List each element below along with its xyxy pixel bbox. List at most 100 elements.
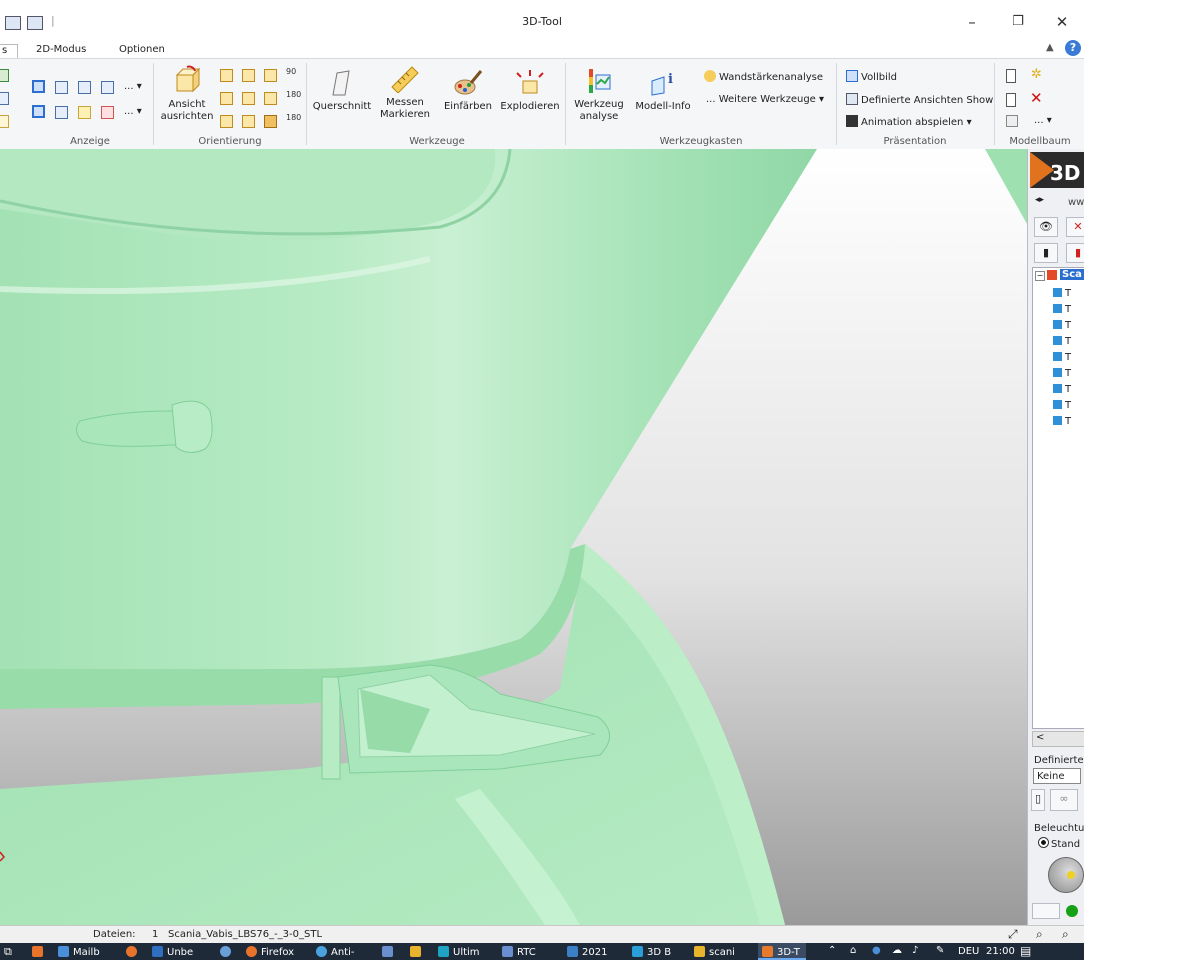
taskbar-item[interactable]: Anti- xyxy=(316,946,355,958)
tree-root-label[interactable]: Sca xyxy=(1060,269,1084,280)
tree-item[interactable]: T xyxy=(1053,368,1071,379)
display-fit-icon[interactable] xyxy=(0,92,9,105)
view-bottom-icon[interactable] xyxy=(242,92,255,105)
close-button[interactable]: ✕ xyxy=(1048,12,1076,32)
light-icon[interactable]: ✲ xyxy=(1031,67,1042,82)
wandstaerke-button[interactable]: Wandstärkenanalyse xyxy=(704,70,823,83)
tree-item[interactable]: T xyxy=(1053,320,1071,331)
tray-cloud-icon[interactable]: ☁ xyxy=(892,945,902,956)
werkzeug-analyse-button[interactable]: Werkzeug analyse xyxy=(570,67,628,123)
tree-horizontal-scrollbar[interactable]: < xyxy=(1032,731,1084,747)
definierte-ansichten-show-button[interactable]: Definierte Ansichten Show xyxy=(846,93,993,106)
taskbar-item[interactable] xyxy=(220,946,235,958)
tree-item[interactable]: T xyxy=(1053,304,1071,315)
display-more-dropdown[interactable]: ... ▾ xyxy=(124,81,142,92)
view-3d-icon[interactable] xyxy=(264,115,277,128)
delete-icon[interactable]: ✕ xyxy=(1030,89,1043,107)
wireframe-view-icon[interactable] xyxy=(55,81,68,94)
taskbar-item[interactable]: scani xyxy=(694,946,735,958)
view-front-icon[interactable] xyxy=(220,69,233,82)
tree-hide-icon[interactable] xyxy=(1006,93,1016,107)
3d-viewport[interactable] xyxy=(0,149,1027,925)
panel-resize-icon[interactable]: ◂▸ xyxy=(1035,195,1044,205)
background-color-button[interactable] xyxy=(1032,903,1060,919)
modellbaum-more-dropdown[interactable]: ... ▾ xyxy=(1034,115,1052,126)
taskbar-item[interactable] xyxy=(126,946,141,958)
taskbar-item[interactable]: Firefox xyxy=(246,946,294,958)
tree-options-icon[interactable] xyxy=(1006,115,1018,127)
taskbar-item[interactable]: Ultim xyxy=(438,946,480,958)
tray-volume-icon[interactable]: ♪ xyxy=(912,945,918,956)
ansicht-ausrichten-button[interactable]: Ansicht ausrichten xyxy=(160,65,214,123)
vollbild-button[interactable]: Vollbild xyxy=(846,70,897,83)
tab-optionen[interactable]: Optionen xyxy=(119,44,165,55)
view-iso2-icon[interactable] xyxy=(242,115,255,128)
view-link-icon[interactable]: ∞ xyxy=(1050,789,1078,811)
taskbar-item[interactable]: Unbe xyxy=(152,946,193,958)
outline-view-icon[interactable] xyxy=(101,81,114,94)
zoom-out-icon[interactable]: ⌕ xyxy=(1036,927,1043,942)
taskbar-item[interactable] xyxy=(410,946,425,958)
view-right-icon[interactable] xyxy=(264,92,277,105)
taskbar-item[interactable]: 2021 xyxy=(567,946,607,958)
animation-abspielen-button[interactable]: Animation abspielen ▾ xyxy=(846,115,972,128)
clock[interactable]: 21:00 xyxy=(986,946,1015,957)
tree-item[interactable]: T xyxy=(1053,384,1071,395)
weitere-werkzeuge-dropdown[interactable]: ... Weitere Werkzeuge ▾ xyxy=(706,94,824,105)
view-back-icon[interactable] xyxy=(242,69,255,82)
einfaerben-button[interactable]: Einfärben xyxy=(440,69,496,113)
querschnitt-button[interactable]: Querschnitt xyxy=(312,69,372,113)
help-icon[interactable]: ? xyxy=(1065,40,1081,56)
tab-2d-modus[interactable]: 2D-Modus xyxy=(36,44,86,55)
display-zoom-icon[interactable] xyxy=(0,115,9,128)
display-mode-icon[interactable] xyxy=(0,69,9,82)
model-tree[interactable]: − Sca T T T T T T T T T xyxy=(1032,267,1084,729)
taskbar-item[interactable]: Mailb xyxy=(58,946,100,958)
messen-markieren-button[interactable]: Messen Markieren xyxy=(375,65,435,121)
zoom-in-icon[interactable]: ⌕ xyxy=(1062,927,1069,942)
tray-network-icon[interactable]: ⌂ xyxy=(850,945,856,956)
tree-item[interactable]: T xyxy=(1053,400,1071,411)
ruler-icon[interactable] xyxy=(78,106,91,119)
taskbar-item[interactable]: RTC xyxy=(502,946,536,958)
flip-180-icon[interactable]: 180 xyxy=(286,114,301,122)
rotate-90-icon[interactable]: 90 xyxy=(286,68,296,76)
task-view-icon[interactable]: ⧉ xyxy=(4,945,12,959)
view-left-icon[interactable] xyxy=(264,69,277,82)
light-sphere-icon[interactable] xyxy=(1048,857,1084,893)
definierte-select[interactable]: Keine xyxy=(1033,768,1081,784)
collapse-ribbon-icon[interactable]: ▲ xyxy=(1046,42,1054,53)
minimize-button[interactable]: – xyxy=(958,12,986,32)
taskbar-item-active[interactable]: 3D-T xyxy=(758,943,806,960)
tree-toggle-icon[interactable]: − xyxy=(1035,271,1045,281)
edges-icon[interactable] xyxy=(32,105,45,118)
tray-pen-icon[interactable]: ✎ xyxy=(936,945,944,956)
tree-show-icon[interactable] xyxy=(1006,69,1016,83)
tree-expand-icon[interactable]: ▮ xyxy=(1034,243,1058,263)
color-display-icon[interactable] xyxy=(101,106,114,119)
standard-radio[interactable]: Stand xyxy=(1038,837,1080,850)
explodieren-button[interactable]: Explodieren xyxy=(500,69,560,113)
taskbar-item[interactable]: 3D B xyxy=(632,946,671,958)
tree-item[interactable]: T xyxy=(1053,336,1071,347)
notification-icon[interactable]: ▤ xyxy=(1020,944,1031,958)
view-top-icon[interactable] xyxy=(220,92,233,105)
scroll-left-arrow[interactable]: < xyxy=(1036,732,1044,743)
taskbar-item[interactable] xyxy=(382,946,397,958)
zoom-fit-icon[interactable]: ⤢ xyxy=(1008,927,1018,942)
tray-app-icon[interactable]: ● xyxy=(872,945,881,956)
keyboard-language[interactable]: DEU xyxy=(958,946,979,957)
tray-chevron-icon[interactable]: ⌃ xyxy=(828,945,836,956)
restore-button[interactable]: ❐ xyxy=(1004,12,1032,32)
rotate-180-icon[interactable]: 180 xyxy=(286,91,301,99)
tree-item[interactable]: T xyxy=(1053,416,1071,427)
taskbar-item[interactable] xyxy=(32,946,47,958)
tree-collapse-icon[interactable]: ▮ xyxy=(1066,243,1084,263)
display-more-dropdown-2[interactable]: ... ▾ xyxy=(124,106,142,117)
hidden-line-icon[interactable] xyxy=(78,81,91,94)
tree-item[interactable]: T xyxy=(1053,352,1071,363)
tree-item[interactable]: T xyxy=(1053,288,1071,299)
3d-model-render[interactable] xyxy=(0,149,1027,925)
shaded-view-icon[interactable] xyxy=(32,80,45,93)
modell-info-button[interactable]: i Modell-Info xyxy=(632,71,694,113)
